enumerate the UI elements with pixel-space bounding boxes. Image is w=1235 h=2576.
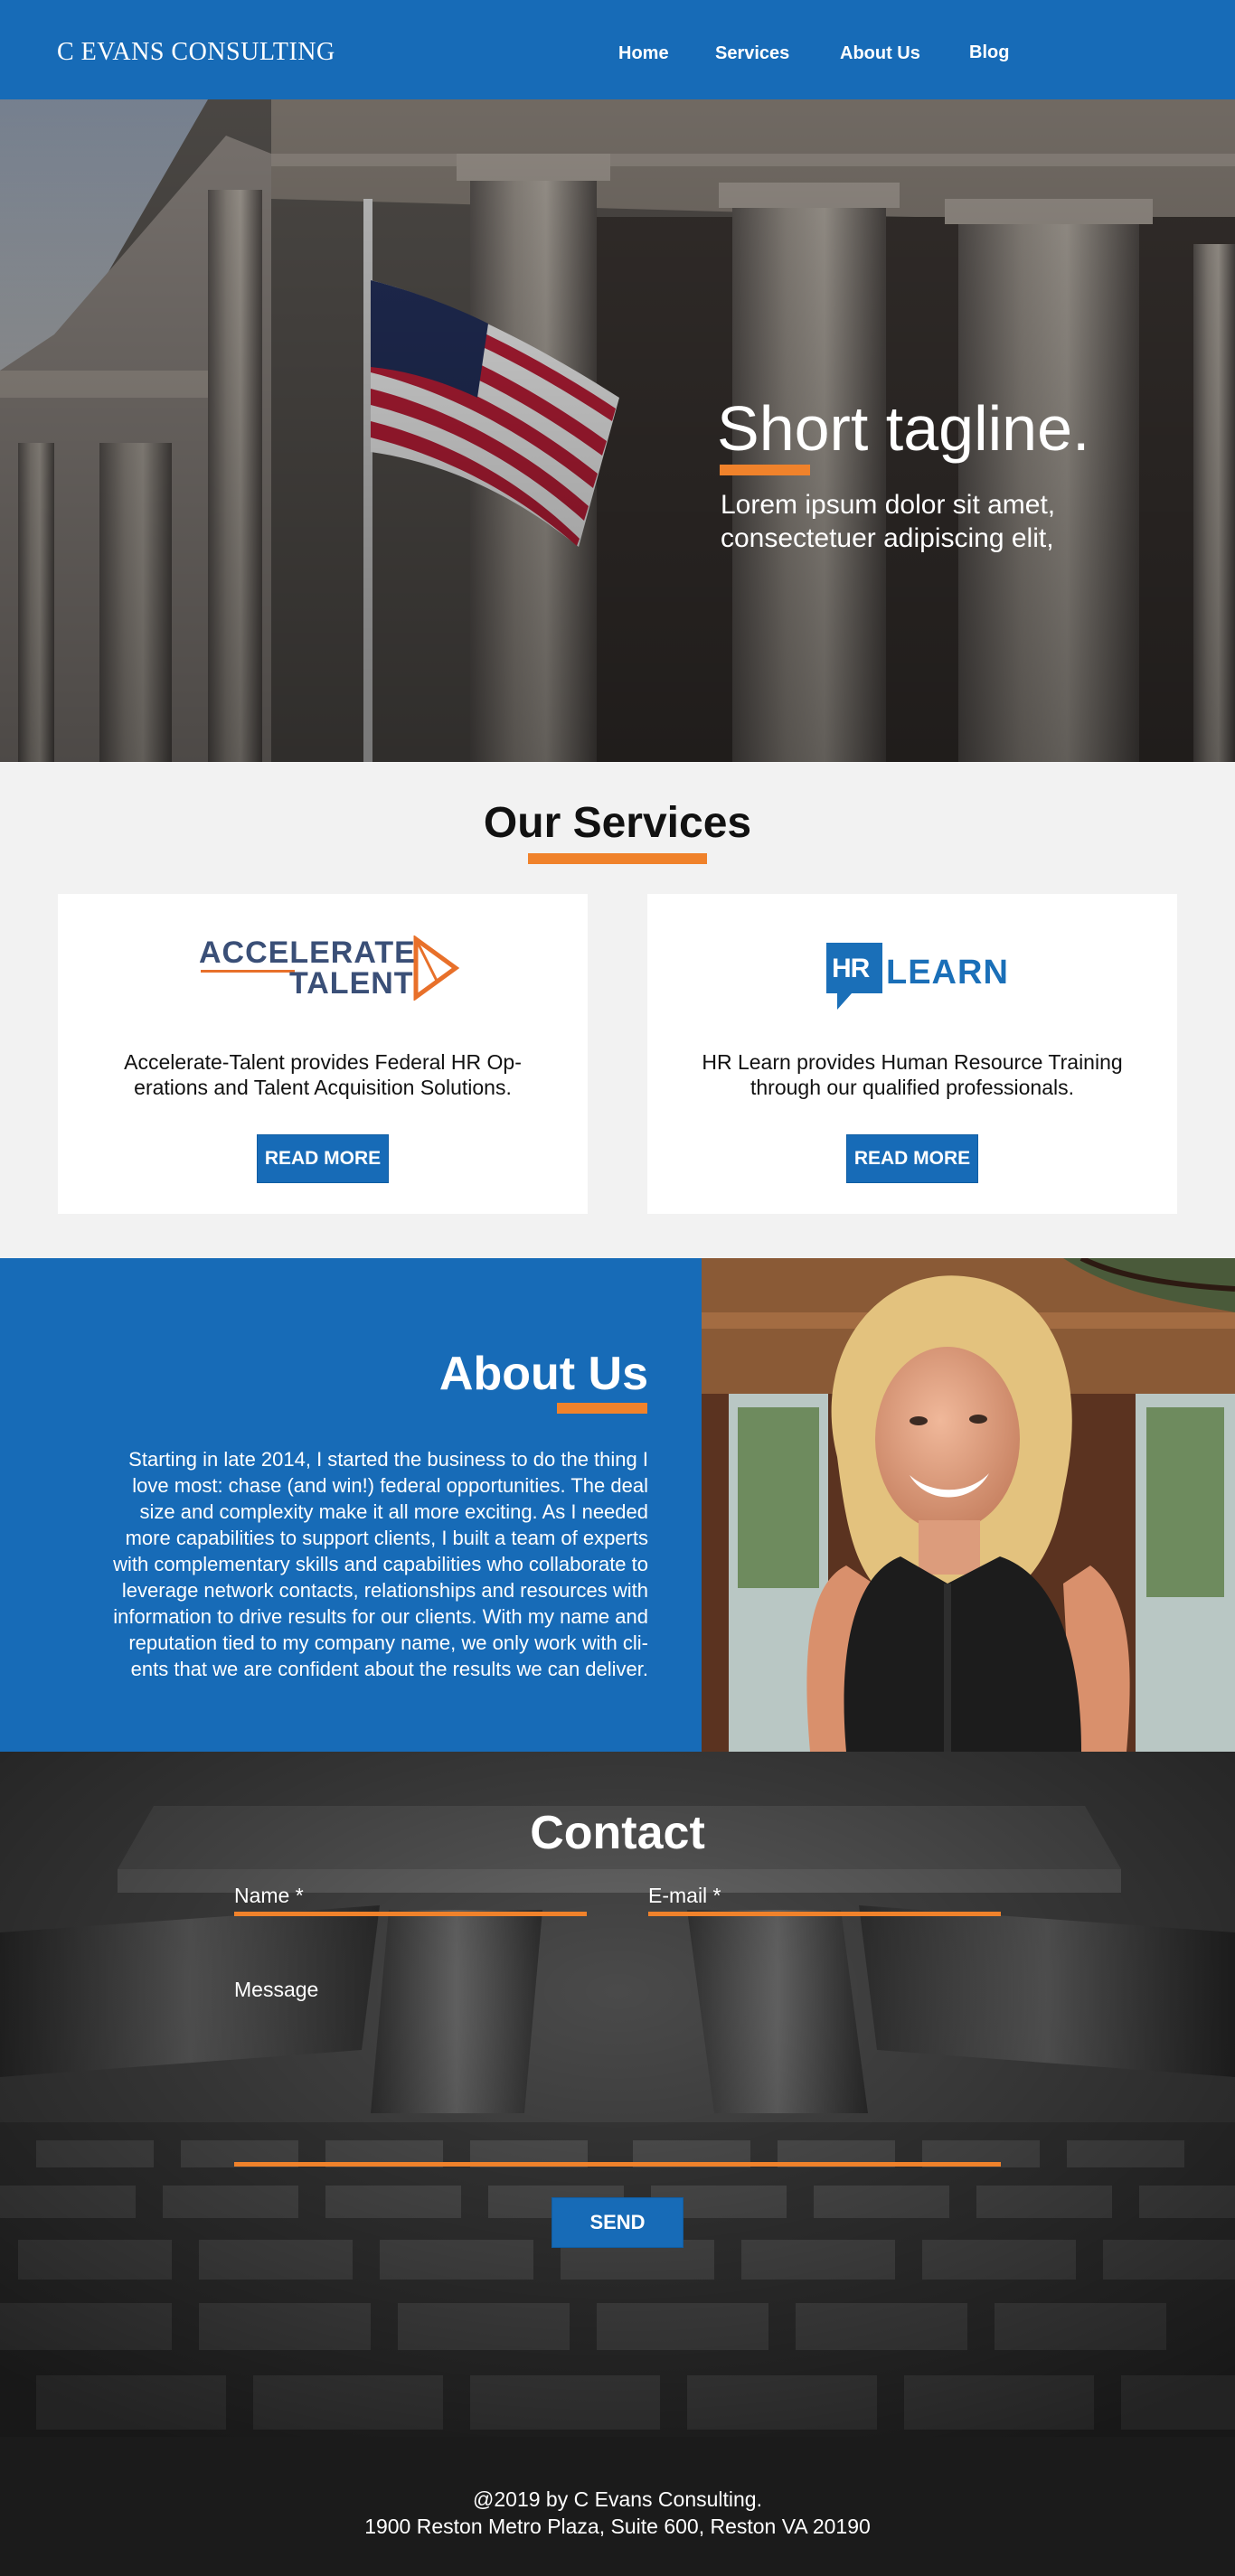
contact-title: Contact [530, 1807, 705, 1859]
name-input[interactable] [234, 1912, 587, 1916]
about-section: About Us Starting in late 2014, I starte… [0, 1258, 1235, 1752]
email-field-label: E-mail * [648, 1884, 721, 1907]
send-button[interactable]: SEND [552, 2197, 683, 2248]
hr-learn-logo: HR LEARN [826, 943, 1009, 1013]
nav-home[interactable]: Home [618, 43, 669, 64]
hero-subtitle: Lorem ipsum dolor sit amet, consectetuer… [721, 488, 1155, 555]
read-more-button[interactable]: READ MORE [846, 1134, 978, 1183]
about-text: Starting in late 2014, I started the bus… [72, 1446, 648, 1682]
contact-section: Contact Name * E-mail * Message SEND [0, 1752, 1235, 2437]
play-triangle-icon [413, 935, 460, 1001]
service-card-accelerate-talent: ACCELERATE TALENT Accelerate-Talent prov… [58, 894, 588, 1214]
hero-section: Short tagline. Lorem ipsum dolor sit ame… [0, 99, 1235, 762]
logo-underline [201, 970, 295, 973]
message-underline [234, 2162, 1001, 2167]
site-header: C EVANS CONSULTING Home Services About U… [0, 0, 1235, 99]
card-description-line: through our qualified professionals. [749, 1076, 1074, 1099]
hero-tagline: Short tagline. [717, 393, 1090, 464]
nav-blog[interactable]: Blog [969, 42, 1009, 63]
card-description-line: erations and Talent Acquisition Solution… [134, 1076, 512, 1099]
card-description-line: Accelerate-Talent provides Federal HR Op… [124, 1050, 522, 1074]
card-description: Accelerate-Talent provides Federal HR Op… [94, 1049, 552, 1100]
hero-accent-bar [720, 465, 810, 475]
founder-photo [702, 1258, 1235, 1752]
nav-services[interactable]: Services [715, 43, 789, 64]
about-text-line: more capabilities to support clients, I … [125, 1527, 648, 1549]
card-description-line: HR Learn provides Human Resource Trainin… [702, 1050, 1123, 1074]
about-text-line: size and complexity make it all more exc… [139, 1500, 649, 1523]
about-title: About Us [438, 1348, 648, 1400]
accelerate-talent-logo: ACCELERATE TALENT [199, 935, 461, 1008]
card-description: HR Learn provides Human Resource Trainin… [683, 1049, 1141, 1100]
services-accent-bar [528, 853, 707, 864]
read-more-button[interactable]: READ MORE [257, 1134, 389, 1183]
about-text-line: information to drive results for our cli… [113, 1605, 648, 1628]
hero-subtitle-line: Lorem ipsum dolor sit amet, [721, 490, 1056, 520]
services-title: Our Services [483, 799, 752, 847]
about-text-line: with complementary skills and capabiliti… [113, 1553, 648, 1575]
services-section: Our Services ACCELERATE TALENT Accelerat… [0, 762, 1235, 1258]
about-text-line: ents that we are confident about the res… [130, 1658, 648, 1680]
about-text-line: reputation tied to my company name, we o… [128, 1631, 648, 1654]
nav-about-us[interactable]: About Us [840, 43, 920, 64]
logo-text: LEARN [886, 954, 1009, 992]
about-text-line: Starting in late 2014, I started the bus… [128, 1448, 648, 1471]
logo-mark-text: HR [832, 954, 870, 983]
message-textarea[interactable] [234, 1973, 1001, 2112]
copyright-text: @2019 by C Evans Consulting. [473, 2487, 762, 2511]
site-footer: @2019 by C Evans Consulting. 1900 Reston… [0, 2437, 1235, 2576]
about-accent-bar [557, 1403, 647, 1414]
about-panel: About Us Starting in late 2014, I starte… [0, 1258, 702, 1752]
hero-subtitle-line: consectetuer adipiscing elit, [721, 523, 1054, 553]
service-card-hr-learn: HR LEARN HR Learn provides Human Resourc… [647, 894, 1177, 1214]
address-text: 1900 Reston Metro Plaza, Suite 600, Rest… [364, 2515, 871, 2538]
site-logo[interactable]: C EVANS CONSULTING [57, 38, 335, 67]
name-field-label: Name * [234, 1884, 304, 1907]
email-input[interactable] [648, 1912, 1001, 1916]
logo-text: TALENT [289, 966, 414, 1001]
about-text-line: leverage network contacts, relationships… [121, 1579, 648, 1602]
founder-portrait-image [702, 1258, 1235, 1752]
about-text-line: love most: chase (and win!) federal oppo… [132, 1474, 648, 1497]
